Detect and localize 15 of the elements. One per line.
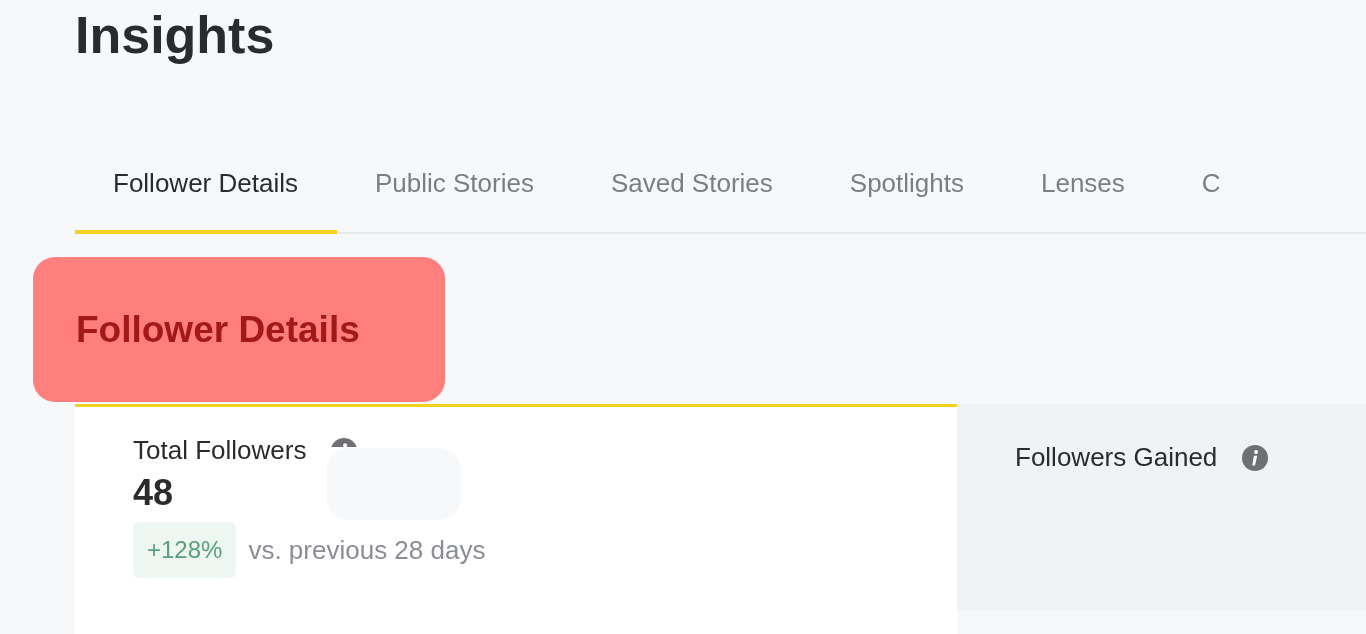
card-title: Followers Gained bbox=[1015, 442, 1218, 473]
change-badge: +128% bbox=[133, 522, 237, 578]
tab[interactable]: Lenses bbox=[1003, 162, 1164, 234]
tab[interactable]: Follower Details bbox=[75, 162, 337, 234]
metric-card[interactable]: Total Followers 48 +128% vs. previous 28 days bbox=[75, 404, 957, 634]
section-heading: Follower Details bbox=[33, 257, 445, 402]
tab[interactable]: Spotlights bbox=[811, 162, 1003, 234]
metric-card[interactable]: Followers Gained bbox=[957, 404, 1366, 611]
tab[interactable]: C bbox=[1163, 162, 1260, 234]
tab[interactable]: Saved Stories bbox=[572, 162, 812, 234]
tab[interactable]: Public Stories bbox=[336, 162, 573, 234]
card-title: Total Followers bbox=[133, 435, 307, 466]
comparison-text: vs. previous 28 days bbox=[248, 534, 486, 566]
page-title: Insights bbox=[74, 5, 275, 66]
metric-value: 48 bbox=[133, 472, 174, 514]
